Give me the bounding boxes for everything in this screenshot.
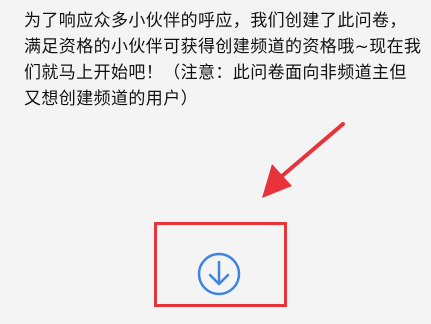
questionnaire-intro-text: 为了响应众多小伙伴的呼应，我们创建了此问卷，满足资格的小伙伴可获得创建频道的资格…: [24, 11, 422, 109]
download-button[interactable]: [196, 251, 242, 297]
download-circle-icon: [197, 252, 241, 296]
